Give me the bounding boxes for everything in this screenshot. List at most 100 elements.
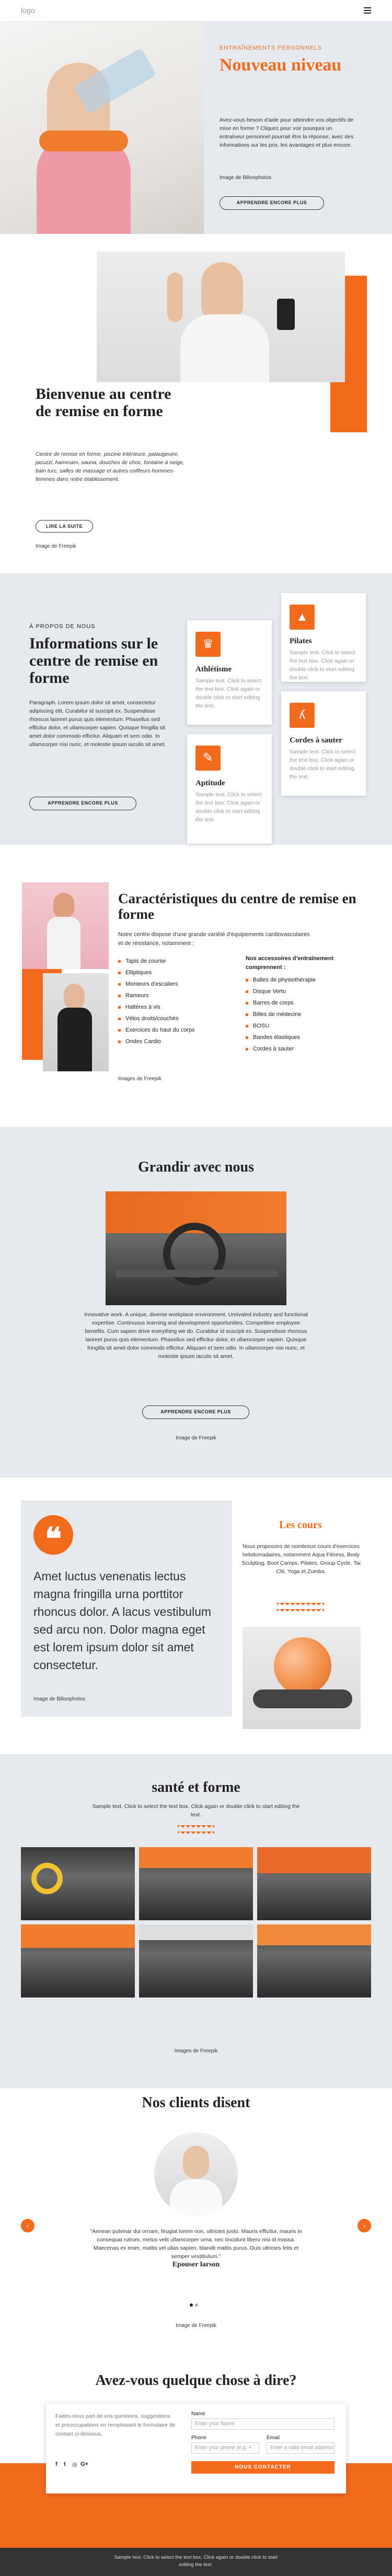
list-item: BOSU <box>246 1020 350 1032</box>
card-title: Aptitude <box>195 779 225 787</box>
welcome-title: Bienvenue au centre de remise en forme <box>36 385 171 420</box>
zigzag-divider <box>277 1609 324 1614</box>
email-field[interactable]: Enter a valid email address <box>267 2442 335 2454</box>
athletics-icon: ♛ <box>195 632 221 657</box>
welcome-credit: Image de Freepik <box>36 543 76 549</box>
contact-card: Faites-nous part de vos questions, sugge… <box>46 2404 346 2494</box>
gym-photo <box>139 1847 253 1920</box>
grow-photo <box>106 1191 286 1305</box>
hamburger-icon[interactable] <box>364 7 371 14</box>
features-photo-top <box>22 882 109 969</box>
facebook-icon[interactable]: f <box>55 2461 57 2467</box>
card-text: Sample text. Click to select the text bo… <box>290 649 356 681</box>
features-title: Caractéristiques du centre de remise en … <box>118 891 356 922</box>
carousel-prev-button[interactable]: ‹ <box>21 2219 34 2232</box>
testimonial-name: Epouser larson <box>172 2261 220 2268</box>
features-photo-bottom <box>43 973 109 1071</box>
feature-card[interactable]: ʎ Cordes à sauter Sample text. Click to … <box>281 691 366 796</box>
feature-card[interactable]: ▲ Pilates Sample text. Click to select t… <box>281 593 366 682</box>
social-icons: f t ◎ G+ <box>55 2461 118 2469</box>
contact-text: Faites-nous part de vos questions, sugge… <box>55 2413 176 2437</box>
health-text: Sample text. Click to select the text bo… <box>92 1803 300 1818</box>
grow-credit: Image de Freepik <box>176 1435 216 1441</box>
feature-card[interactable]: ✎ Aptitude Sample text. Click to select … <box>187 734 272 844</box>
pilates-icon: ▲ <box>290 605 315 630</box>
contact-title: Avez-vous quelque chose à dire? <box>95 2372 297 2389</box>
google-plus-icon[interactable]: G+ <box>80 2461 88 2467</box>
carousel-dot[interactable] <box>190 2303 193 2307</box>
list-item: Tapis de course <box>118 955 223 967</box>
health-section: santé et forme Sample text. Click to sel… <box>0 1754 392 2088</box>
courses-section: ❝ Amet luctus venenatis lectus magna fri… <box>0 1478 392 1754</box>
health-credit: Images de Freepik <box>174 2048 218 2054</box>
carousel-dots <box>190 2303 202 2307</box>
zigzag-divider <box>178 1825 214 1830</box>
accessories-list: Balles de physiothérapie Disque Vertu Ba… <box>246 974 350 1055</box>
list-item: Monteurs d'escaliers <box>118 978 223 990</box>
header: logo <box>0 0 392 21</box>
carousel-next-button[interactable]: › <box>358 2219 371 2232</box>
email-label: Email <box>267 2435 280 2441</box>
list-item: Billes de médecine <box>246 1009 350 1020</box>
hero-title: Nouveau niveau <box>220 55 342 75</box>
footer: Sample text. Click to select the text bo… <box>0 2548 392 2576</box>
features-section: Caractéristiques du centre de remise en … <box>0 845 392 1127</box>
welcome-read-more-button[interactable]: LIRE LA SUITE <box>36 520 93 533</box>
hero-section: ENTRAÎNEMENTS PERSONNELS Nouveau niveau … <box>0 21 392 234</box>
card-title: Cordes à sauter <box>290 736 342 745</box>
grow-title: Grandir avec nous <box>138 1159 254 1175</box>
submit-button[interactable]: NOUS CONTACTER <box>191 2461 335 2474</box>
welcome-photo <box>97 252 345 382</box>
list-item: Exercices du haut du corps <box>118 1024 223 1036</box>
gym-photo <box>139 1924 253 1998</box>
clients-credit: Image de Freepik <box>176 2323 216 2329</box>
list-item: Disque Vertu <box>246 986 350 997</box>
gym-photo <box>257 1924 371 1998</box>
testimonial-quote: "Aenean pulvinar dui ornare, feugiat lor… <box>90 2228 302 2260</box>
logo[interactable]: logo <box>21 6 34 15</box>
contact-section: Avez-vous quelque chose à dire? Faites-n… <box>0 2349 392 2548</box>
courses-title: Les cours <box>279 1519 322 1531</box>
list-item: Bandes élastiques <box>246 1032 350 1043</box>
aptitude-icon: ✎ <box>195 746 221 771</box>
welcome-text: Centre de remise en forme, piscine intér… <box>36 451 185 482</box>
zigzag-divider <box>178 1831 214 1837</box>
about-text: Paragraph. Lorem ipsum dolor sit amet, c… <box>29 700 166 748</box>
features-credit: Images de Freepik <box>118 1076 162 1082</box>
card-text: Sample text. Click to select the text bo… <box>195 678 262 709</box>
about-learn-more-button[interactable]: APPRENDRE ENCORE PLUS <box>29 797 136 810</box>
card-text: Sample text. Click to select the text bo… <box>195 791 262 823</box>
list-item: Elliptiques <box>118 967 223 978</box>
carousel-dot[interactable] <box>195 2303 198 2307</box>
hero-learn-more-button[interactable]: APPRENDRE ENCORE PLUS <box>220 196 324 210</box>
hero-credit: Image de Bilionphotos <box>220 175 271 181</box>
list-item: Balles de physiothérapie <box>246 974 350 986</box>
grow-text: Innovative work. A unique, diverse workp… <box>84 1311 308 1360</box>
hero-photo <box>0 21 204 234</box>
list-item: Rameurs <box>118 990 223 1001</box>
gym-photo <box>21 1847 135 1920</box>
list-item: Haltères à vis <box>118 1001 223 1013</box>
gym-photo <box>21 1924 135 1998</box>
grow-learn-more-button[interactable]: APPRENDRE ENCORE PLUS <box>142 1405 249 1419</box>
about-eyebrow: À PROPOS DE NOUS <box>29 623 96 630</box>
twitter-icon[interactable]: t <box>64 2461 66 2467</box>
about-title: Informations sur le centre de remise en … <box>29 635 158 687</box>
courses-photo <box>243 1627 361 1729</box>
footer-text: Sample text. Click to select the text bo… <box>114 2555 278 2568</box>
grow-section: Grandir avec nous Innovative work. A uni… <box>0 1127 392 1478</box>
phone-field[interactable]: Enter your phone (e.g. + <box>191 2442 259 2454</box>
card-text: Sample text. Click to select the text bo… <box>290 749 356 780</box>
card-title: Athlétisme <box>195 665 232 673</box>
feature-card[interactable]: ♛ Athlétisme Sample text. Click to selec… <box>187 620 272 725</box>
name-field[interactable]: Enter your Name <box>191 2418 335 2430</box>
health-title: santé et forme <box>152 1779 240 1795</box>
list-item: Barres de corps <box>246 997 350 1009</box>
instagram-icon[interactable]: ◎ <box>72 2461 77 2468</box>
card-title: Pilates <box>290 637 312 645</box>
list-item: Vélos droits/couchés <box>118 1013 223 1024</box>
clients-section: Nos clients disent ‹ › "Aenean pulvinar … <box>0 2088 392 2349</box>
welcome-section: Bienvenue au centre de remise en forme C… <box>0 234 392 573</box>
quote-text: Amet luctus venenatis lectus magna fring… <box>33 1569 212 1672</box>
list-item: Ondes Cardio <box>118 1036 223 1047</box>
